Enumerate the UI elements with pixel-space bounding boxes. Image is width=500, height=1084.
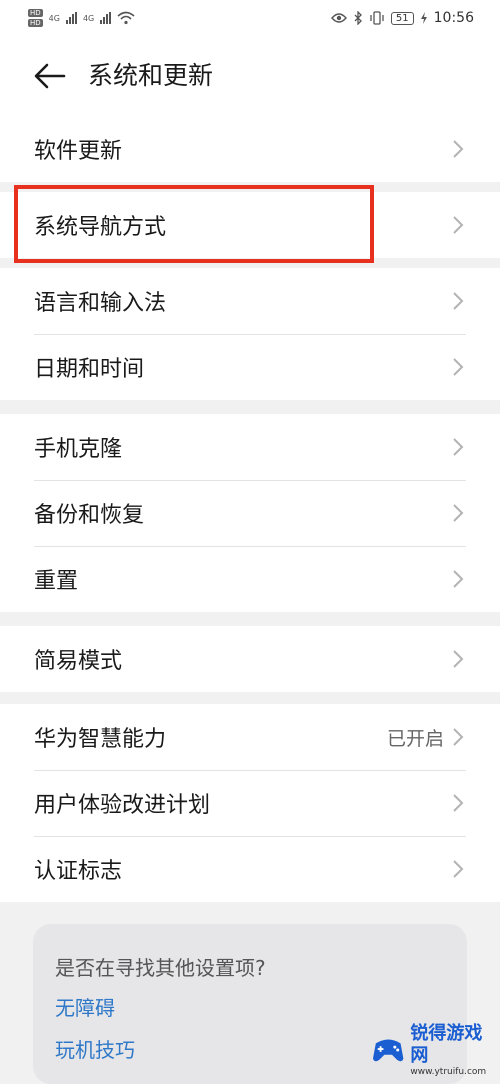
network-type-2: 4G (82, 13, 95, 23)
setting-language-input[interactable]: 语言和输入法 (0, 268, 500, 334)
status-bar: HD HD 4G 4G 51 10:56 (0, 0, 500, 36)
setting-software-update[interactable]: 软件更新 (0, 116, 500, 182)
suggestion-link-accessibility[interactable]: 无障碍 (55, 992, 115, 1021)
battery-indicator: 51 (390, 11, 414, 25)
setting-label: 日期和时间 (34, 357, 145, 382)
watermark-url: www.ytruifu.com (410, 1067, 487, 1077)
setting-label: 华为智慧能力 (34, 727, 167, 752)
wifi-icon (117, 11, 135, 25)
settings-group-2: 系统导航方式 (0, 192, 500, 258)
setting-reset[interactable]: 重置 (0, 546, 500, 612)
chevron-right-icon (453, 728, 464, 746)
setting-label: 简易模式 (34, 649, 123, 674)
setting-label: 备份和恢复 (34, 503, 145, 528)
page-header: 系统和更新 (0, 36, 500, 116)
suggestion-link-tips[interactable]: 玩机技巧 (55, 1034, 135, 1063)
hd-badge-top: HD (28, 9, 43, 17)
bluetooth-icon (354, 11, 362, 25)
chevron-right-icon (453, 650, 464, 668)
back-arrow-icon[interactable] (32, 62, 68, 90)
vibrate-icon (370, 11, 384, 25)
chevron-right-icon (453, 860, 464, 878)
setting-date-time[interactable]: 日期和时间 (0, 334, 500, 400)
setting-backup-restore[interactable]: 备份和恢复 (0, 480, 500, 546)
signal-icon-2 (100, 12, 112, 24)
chevron-right-icon (453, 438, 464, 456)
chevron-right-icon (453, 140, 464, 158)
charging-icon (420, 12, 427, 24)
setting-system-navigation[interactable]: 系统导航方式 (0, 192, 500, 258)
page-title: 系统和更新 (88, 61, 214, 90)
clock: 10:56 (433, 10, 474, 26)
setting-user-experience[interactable]: 用户体验改进计划 (0, 770, 500, 836)
watermark-text: 锐得游戏网 www.ytruifu.com (410, 1023, 496, 1077)
chevron-right-icon (453, 794, 464, 812)
chevron-right-icon (453, 570, 464, 588)
gamepad-icon (372, 1039, 404, 1062)
chevron-right-icon (453, 358, 464, 376)
signal-icon (65, 12, 77, 24)
setting-simple-mode[interactable]: 简易模式 (0, 626, 500, 692)
setting-label: 软件更新 (34, 139, 123, 164)
setting-certification[interactable]: 认证标志 (0, 836, 500, 902)
setting-label: 用户体验改进计划 (34, 793, 211, 818)
setting-status-value: 已开启 (386, 727, 444, 750)
hd-badge-bottom: HD (28, 19, 43, 27)
hd-indicator: HD HD (28, 9, 43, 27)
watermark-title: 锐得游戏网 (410, 1023, 483, 1066)
settings-group-6: 华为智慧能力 已开启 用户体验改进计划 认证标志 (0, 704, 500, 902)
setting-label: 手机克隆 (34, 437, 123, 462)
settings-group-3: 语言和输入法 日期和时间 (0, 268, 500, 400)
setting-huawei-intelligence[interactable]: 华为智慧能力 已开启 (0, 704, 500, 770)
setting-label: 重置 (34, 569, 79, 594)
chevron-right-icon (453, 504, 464, 522)
status-left: HD HD 4G 4G (28, 9, 135, 27)
chevron-right-icon (453, 292, 464, 310)
settings-group-1: 软件更新 (0, 116, 500, 182)
setting-label: 语言和输入法 (34, 291, 167, 316)
watermark-logo: 锐得游戏网 www.ytruifu.com (372, 1020, 496, 1080)
status-right: 51 10:56 (330, 10, 474, 26)
settings-group-4: 手机克隆 备份和恢复 重置 (0, 414, 500, 612)
suggestion-title: 是否在寻找其他设置项? (55, 956, 266, 980)
network-type-1: 4G (48, 13, 60, 23)
settings-group-5: 简易模式 (0, 626, 500, 692)
setting-label: 认证标志 (34, 859, 123, 884)
setting-phone-clone[interactable]: 手机克隆 (0, 414, 500, 480)
setting-label: 系统导航方式 (34, 215, 167, 240)
chevron-right-icon (453, 216, 464, 234)
eye-icon (330, 13, 347, 23)
